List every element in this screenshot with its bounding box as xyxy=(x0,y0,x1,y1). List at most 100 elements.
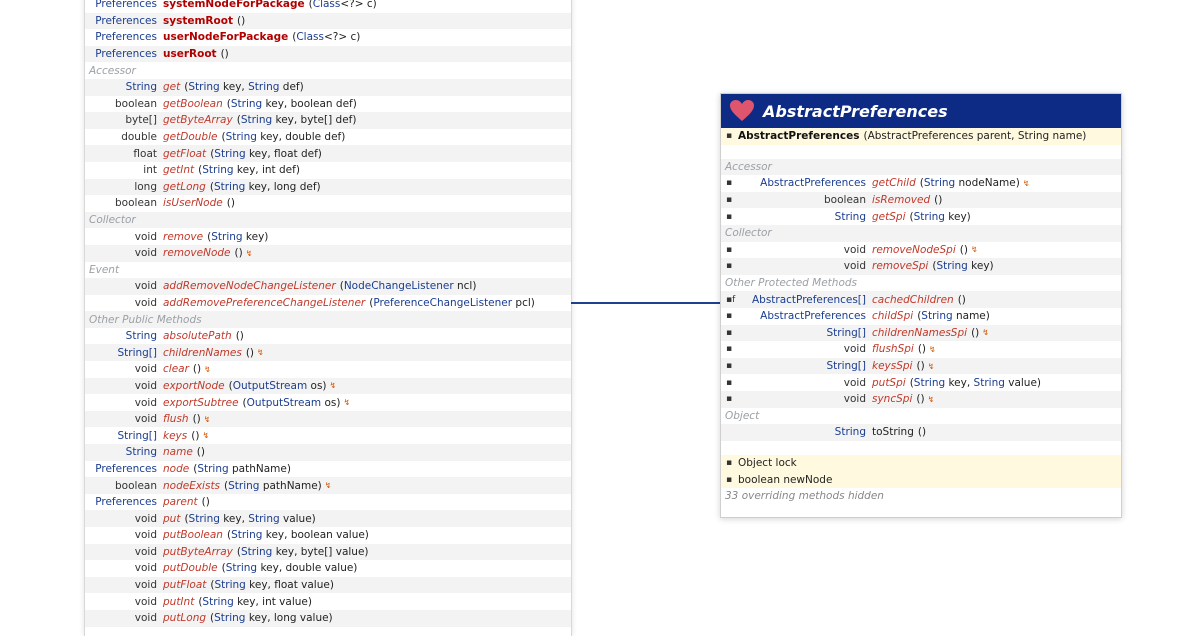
method-name[interactable]: systemNodeForPackage xyxy=(163,0,305,10)
method-name[interactable]: node xyxy=(163,463,189,475)
member-row[interactable]: ▪ boolean isRemoved () xyxy=(721,191,1121,209)
member-row[interactable]: String toString() xyxy=(721,424,1121,441)
member-row[interactable]: Preferences node (String pathName) xyxy=(85,461,571,478)
method-name[interactable]: addRemoveNodeChangeListener xyxy=(163,280,336,292)
member-row[interactable]: ▪ String getSpi (String key) xyxy=(721,208,1121,225)
member-row[interactable]: String name() xyxy=(85,444,571,461)
method-name[interactable]: flushSpi xyxy=(872,343,914,355)
member-row[interactable]: ▪ void removeSpi (String key) xyxy=(721,258,1121,275)
method-name[interactable]: putBoolean xyxy=(163,529,223,541)
member-row[interactable]: Preferences systemNodeForPackage (Class<?>… xyxy=(85,0,571,13)
member-row[interactable]: ▪ void syncSpi () ↯ xyxy=(721,390,1121,408)
method-name[interactable]: getInt xyxy=(163,164,194,176)
method-name[interactable]: addRemovePreferenceChangeListener xyxy=(163,297,365,309)
member-row[interactable]: ▪ void flushSpi() ↯ xyxy=(721,341,1121,358)
return-type: long xyxy=(134,180,157,193)
member-row[interactable]: void clear() ↯ xyxy=(85,361,571,378)
member-row[interactable]: ▪ String[] keysSpi () ↯ xyxy=(721,357,1121,375)
member-row[interactable]: boolean isUserNode() xyxy=(85,195,571,212)
method-name[interactable]: removeNodeSpi xyxy=(872,244,956,256)
member-row[interactable]: void flush() ↯ xyxy=(85,410,571,428)
method-name[interactable]: systemRoot xyxy=(163,15,233,27)
method-name[interactable]: clear xyxy=(163,363,189,375)
member-row[interactable]: void exportSubtree (OutputStream os) ↯ xyxy=(85,394,571,411)
method-name[interactable]: isUserNode xyxy=(163,197,223,209)
field-row[interactable]: ▪ Object lock xyxy=(721,454,1121,472)
member-row[interactable]: String[] keys () ↯ xyxy=(85,427,571,444)
method-name[interactable]: flush xyxy=(163,413,189,425)
member-row[interactable]: void addRemovePreferenceChangeListener (Pr… xyxy=(85,295,571,312)
member-row[interactable]: String absolutePath() xyxy=(85,328,571,345)
method-name[interactable]: getDouble xyxy=(163,131,217,143)
member-row[interactable]: ▪ String[] childrenNamesSpi () ↯ xyxy=(721,324,1121,342)
member-row[interactable]: void putDouble (String key, double value) xyxy=(85,560,571,577)
member-row[interactable]: String[] childrenNames() ↯ xyxy=(85,344,571,362)
member-row[interactable]: ▪ AbstractPreferences childSpi (String name… xyxy=(721,308,1121,325)
member-row[interactable]: void addRemoveNodeChangeListener (NodeChan… xyxy=(85,278,571,295)
method-name[interactable]: absolutePath xyxy=(163,330,232,342)
member-row[interactable]: void putFloat (String key, float value) xyxy=(85,576,571,594)
method-name[interactable]: cachedChildren xyxy=(872,294,954,306)
member-row[interactable]: ▪f AbstractPreferences[] cachedChildren() xyxy=(721,291,1121,308)
method-name[interactable]: getBoolean xyxy=(163,98,223,110)
method-name[interactable]: getByteArray xyxy=(163,114,233,126)
member-row[interactable]: Preferences userRoot() xyxy=(85,45,571,63)
method-name[interactable]: keys xyxy=(163,430,187,442)
member-row[interactable]: String get (String key, String def) xyxy=(85,78,571,96)
member-row[interactable]: void putBoolean (String key, boolean value… xyxy=(85,527,571,544)
method-name[interactable]: getLong xyxy=(163,181,206,193)
method-name[interactable]: putByteArray xyxy=(163,546,233,558)
member-row[interactable]: ▪ void putSpi (String key, String value) xyxy=(721,374,1121,391)
member-row[interactable]: void putLong (String key, long value) xyxy=(85,609,571,627)
method-name[interactable]: userNodeForPackage xyxy=(163,31,288,43)
method-name[interactable]: syncSpi xyxy=(872,393,912,405)
method-name[interactable]: isRemoved xyxy=(872,194,930,206)
category-row: Object xyxy=(721,408,1121,425)
member-row[interactable]: ▪ AbstractPreferences getChild (String node… xyxy=(721,175,1121,192)
method-name[interactable]: putDouble xyxy=(163,562,218,574)
member-row[interactable]: void putByteArray (String key, byte[] valu… xyxy=(85,543,571,561)
method-name[interactable]: childSpi xyxy=(872,310,913,322)
method-name[interactable]: putLong xyxy=(163,612,206,624)
field-row[interactable]: ▪ boolean newNode xyxy=(721,471,1121,488)
method-name[interactable]: getFloat xyxy=(163,148,206,160)
member-row[interactable]: void put (String key, String value) xyxy=(85,510,571,527)
method-name[interactable]: remove xyxy=(163,231,203,243)
method-name[interactable]: removeNode xyxy=(163,247,231,259)
method-name[interactable]: childrenNames xyxy=(163,347,242,359)
member-row[interactable]: void exportNode (OutputStream os) ↯ xyxy=(85,377,571,395)
method-name[interactable]: put xyxy=(163,513,180,525)
method-name[interactable]: putSpi xyxy=(872,377,906,389)
method-name[interactable]: childrenNamesSpi xyxy=(872,327,967,339)
member-row[interactable]: void removeNode() ↯ xyxy=(85,244,571,262)
member-row[interactable]: Preferences systemRoot() xyxy=(85,12,571,30)
member-row[interactable]: double getDouble (String key, double def) xyxy=(85,129,571,146)
member-row[interactable]: void remove (String key) xyxy=(85,228,571,245)
member-row[interactable]: long getLong (String key, long def) xyxy=(85,178,571,196)
method-name[interactable]: name xyxy=(163,446,193,458)
member-row[interactable]: Preferences userNodeForPackage (Class<?> c… xyxy=(85,29,571,46)
method-name[interactable]: keysSpi xyxy=(872,360,912,372)
member-row[interactable]: int getInt (String key, int def) xyxy=(85,162,571,179)
method-name[interactable]: toString xyxy=(872,426,914,438)
method-name[interactable]: putInt xyxy=(163,596,194,608)
member-row[interactable]: float getFloat (String key, float def) xyxy=(85,145,571,162)
method-name[interactable]: parent xyxy=(163,496,198,508)
member-row[interactable]: boolean nodeExists (String pathName) ↯ xyxy=(85,477,571,494)
method-name[interactable]: userRoot xyxy=(163,48,217,60)
method-name[interactable]: exportNode xyxy=(163,380,225,392)
constructor-row[interactable]: ▪ AbstractPreferences (AbstractPreferenc… xyxy=(721,128,1121,145)
method-name[interactable]: putFloat xyxy=(163,579,206,591)
method-name[interactable]: getSpi xyxy=(872,211,906,223)
member-row[interactable]: byte[] getByteArray (String key, byte[] de… xyxy=(85,112,571,129)
method-name[interactable]: nodeExists xyxy=(163,480,220,492)
member-row[interactable]: void putInt (String key, int value) xyxy=(85,593,571,610)
method-name[interactable]: get xyxy=(163,81,180,93)
method-name[interactable]: removeSpi xyxy=(872,260,928,272)
member-row[interactable]: ▪ void removeNodeSpi() ↯ xyxy=(721,242,1121,259)
class-title: AbstractPreferences xyxy=(763,101,948,121)
method-name[interactable]: exportSubtree xyxy=(163,397,239,409)
method-name[interactable]: getChild xyxy=(872,177,916,189)
member-row[interactable]: boolean getBoolean (String key, boolean de… xyxy=(85,96,571,113)
member-row[interactable]: Preferences parent() xyxy=(85,494,571,511)
